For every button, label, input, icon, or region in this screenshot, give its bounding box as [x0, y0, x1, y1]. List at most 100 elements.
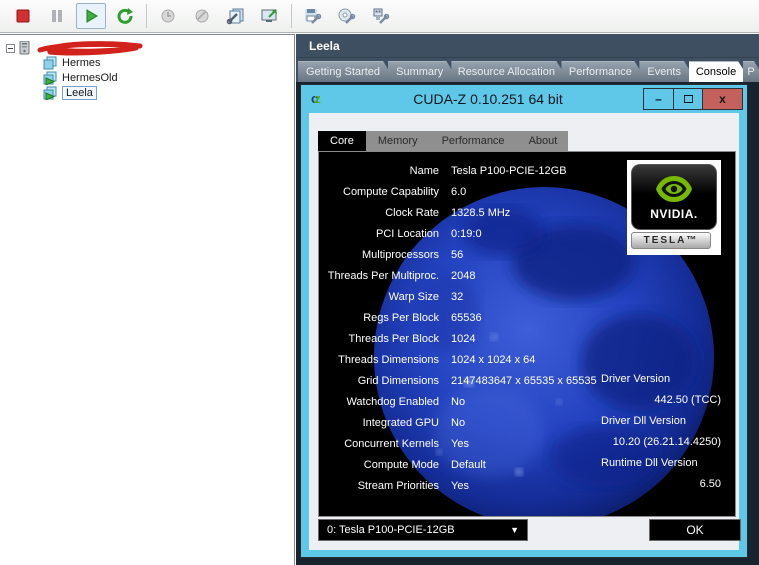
field-value: Tesla P100-PCIE-12GB — [451, 165, 567, 177]
snapshot-take-button[interactable] — [153, 3, 183, 29]
tab-console[interactable]: Console — [689, 61, 751, 82]
nvidia-tesla-logo: NVIDIA. TESLA™ — [627, 160, 721, 255]
minimize-button[interactable]: – — [644, 89, 673, 109]
driver-dll-version-label: Driver Dll Version — [601, 415, 686, 427]
cudaz-app-icon: cz — [311, 91, 333, 106]
field-value: 0:19:0 — [451, 228, 482, 240]
maximize-button[interactable] — [673, 89, 702, 109]
tab-summary[interactable]: Summary — [388, 61, 459, 82]
floppy-wrench-icon — [303, 7, 323, 25]
stop-button[interactable] — [8, 3, 38, 29]
field-label: Warp Size — [319, 291, 439, 303]
collapse-icon[interactable] — [6, 44, 15, 53]
cudaz-tab-performance[interactable]: Performance — [430, 131, 517, 151]
redacted-host-name-scribble — [36, 41, 148, 56]
cudaz-window-title: CUDA-Z 0.10.251 64 bit — [333, 91, 643, 107]
runtime-dll-version-label: Runtime Dll Version — [601, 457, 698, 469]
tesla-product-text: TESLA™ — [631, 232, 711, 249]
host-icon — [19, 41, 30, 55]
cudaz-tab-about[interactable]: About — [517, 131, 570, 151]
reset-icon — [116, 7, 134, 25]
field-label: Multiprocessors — [319, 249, 439, 261]
window-controls: – x — [643, 88, 743, 110]
chevron-down-icon: ▼ — [510, 525, 519, 535]
snapshot-take-icon — [159, 7, 177, 25]
field-value: Default — [451, 459, 486, 471]
panel-title: Leela — [296, 34, 759, 58]
usb-devices-button[interactable] — [366, 3, 396, 29]
snapshot-revert-button[interactable] — [187, 3, 217, 29]
stop-icon — [15, 8, 31, 24]
field-label: Threads Per Block — [319, 333, 439, 345]
field-label: Threads Dimensions — [319, 354, 439, 366]
toolbar — [0, 0, 759, 33]
field-row: Warp Size 32 — [319, 286, 736, 307]
tab-events[interactable]: Events — [639, 61, 697, 82]
tree-item-host[interactable] — [0, 41, 294, 55]
tab-permissions-partial[interactable]: P — [743, 61, 759, 82]
driver-version-label: Driver Version — [601, 373, 670, 385]
field-value: 2048 — [451, 270, 475, 282]
tree-item-leela[interactable]: Leela — [0, 86, 294, 100]
cudaz-tab-memory[interactable]: Memory — [366, 131, 430, 151]
cd-devices-button[interactable] — [332, 3, 362, 29]
panel-tabs: Getting Started Summary Resource Allocat… — [296, 58, 759, 82]
field-value: No — [451, 417, 465, 429]
runtime-dll-version-value: 6.50 — [700, 478, 721, 490]
pause-button[interactable] — [42, 3, 72, 29]
tab-performance[interactable]: Performance — [561, 61, 647, 82]
device-select-value: 0: Tesla P100-PCIE-12GB — [327, 524, 455, 536]
floppy-devices-button[interactable] — [298, 3, 328, 29]
field-label: Threads Per Multiproc. — [319, 270, 439, 282]
cudaz-tab-core[interactable]: Core — [318, 131, 366, 151]
field-value: 56 — [451, 249, 463, 261]
toolbar-separator — [291, 4, 292, 28]
vm-icon — [43, 56, 58, 70]
launch-console-button[interactable] — [255, 3, 285, 29]
vm-label: Leela — [62, 86, 97, 100]
field-value: 1024 — [451, 333, 475, 345]
pause-icon — [49, 8, 65, 24]
snapshot-manager-icon — [226, 7, 246, 25]
maximize-icon — [684, 95, 693, 103]
field-value: 65536 — [451, 312, 482, 324]
play-button[interactable] — [76, 3, 106, 29]
tree-item-hermesold[interactable]: HermesOld — [0, 71, 294, 85]
snapshot-manager-button[interactable] — [221, 3, 251, 29]
vm-running-icon — [43, 86, 58, 100]
reset-button[interactable] — [110, 3, 140, 29]
driver-dll-version-value: 10.20 (26.21.14.4250) — [613, 436, 721, 448]
field-row: Grid Dimensions2147483647 x 65535 x 6553… — [319, 370, 736, 391]
field-row: Threads Per Block 1024 — [319, 328, 736, 349]
field-row: Regs Per Block 65536 — [319, 307, 736, 328]
field-label: Grid Dimensions — [319, 375, 439, 387]
field-value: 1328.5 MHz — [451, 207, 510, 219]
field-label: Watchdog Enabled — [319, 396, 439, 408]
ok-button[interactable]: OK — [649, 519, 741, 541]
close-button[interactable]: x — [702, 89, 742, 109]
field-row: Threads Per Multiproc. 2048 — [319, 265, 736, 286]
field-label: Integrated GPU — [319, 417, 439, 429]
field-value: 6.0 — [451, 186, 466, 198]
field-value: Yes — [451, 480, 469, 492]
field-value: Yes — [451, 438, 469, 450]
field-label: Compute Capability — [319, 186, 439, 198]
field-value: 1024 x 1024 x 64 — [451, 354, 535, 366]
inventory-tree: Hermes HermesOld Leela — [0, 34, 295, 565]
tab-getting-started[interactable]: Getting Started — [298, 61, 396, 82]
field-value: 32 — [451, 291, 463, 303]
field-value: No — [451, 396, 465, 408]
tree-item-hermes[interactable]: Hermes — [0, 56, 294, 70]
field-label: Clock Rate — [319, 207, 439, 219]
usb-wrench-icon — [371, 7, 391, 25]
field-label: Compute Mode — [319, 459, 439, 471]
field-label: Stream Priorities — [319, 480, 439, 492]
vm-panel: Leela Getting Started Summary Resource A… — [296, 34, 759, 565]
field-label: Regs Per Block — [319, 312, 439, 324]
tab-resource-allocation[interactable]: Resource Allocation — [451, 61, 569, 82]
field-label: Concurrent Kernels — [319, 438, 439, 450]
device-select-dropdown[interactable]: 0: Tesla P100-PCIE-12GB ▼ — [318, 519, 528, 541]
vm-label: Hermes — [62, 57, 101, 69]
field-row: Stream Priorities Yes — [319, 475, 736, 496]
cudaz-titlebar[interactable]: cz CUDA-Z 0.10.251 64 bit – x — [301, 85, 747, 112]
